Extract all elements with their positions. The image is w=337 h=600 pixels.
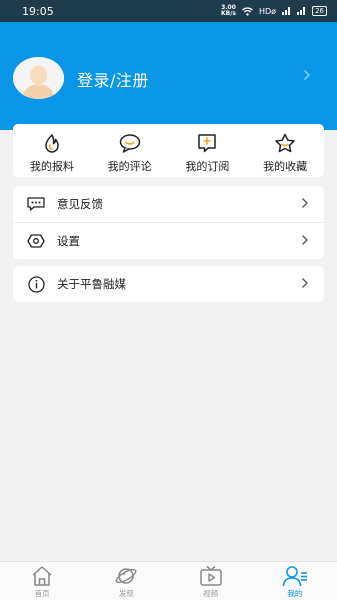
my-favorites-label: 我的收藏: [263, 160, 308, 173]
profile-header[interactable]: 登录/注册: [0, 22, 337, 130]
quick-actions-card: 我的报料 我的评论 我的订阅 我的收藏: [13, 124, 324, 177]
tab-home-label: 首页: [34, 589, 50, 598]
status-bar: 19:05 3.00 KB/s HDø 26: [0, 0, 337, 22]
signal-icon: [282, 7, 291, 15]
tab-discover[interactable]: 发现: [84, 562, 168, 600]
user-icon: [282, 566, 307, 587]
tab-home[interactable]: 首页: [0, 562, 84, 600]
info-icon: [26, 274, 46, 294]
tab-mine[interactable]: 我的: [253, 562, 337, 600]
tv-icon: [199, 565, 222, 586]
my-reports-label: 我的报料: [29, 160, 74, 173]
chevron-right-icon: [302, 278, 308, 288]
my-reports-button[interactable]: 我的报料: [13, 124, 91, 177]
my-comments-button[interactable]: 我的评论: [91, 124, 169, 177]
feedback-row[interactable]: 意见反馈: [13, 186, 324, 222]
feedback-label: 意见反馈: [57, 197, 103, 211]
wifi-icon: [242, 6, 253, 16]
chevron-right-icon[interactable]: [303, 69, 311, 81]
signal-icon-2: [297, 7, 306, 15]
settings-icon: [26, 231, 46, 251]
network-type: HDø: [259, 6, 277, 16]
about-menu-card: 关于平鲁融媒: [13, 266, 324, 302]
comment-icon: [119, 134, 140, 153]
battery-icon: 26: [312, 6, 327, 16]
feedback-icon: [26, 194, 46, 214]
about-label: 关于平鲁融媒: [57, 277, 126, 291]
login-register-link[interactable]: 登录/注册: [77, 67, 149, 91]
home-icon: [32, 566, 52, 586]
avatar[interactable]: [13, 57, 64, 99]
chevron-right-icon: [302, 198, 308, 208]
status-indicators: 3.00 KB/s HDø 26: [221, 5, 327, 17]
bottom-tab-bar: 首页 发现 视频 我的: [0, 561, 337, 600]
subscribe-icon: [198, 134, 217, 153]
settings-row[interactable]: 设置: [13, 222, 324, 258]
planet-icon: [115, 568, 137, 584]
tab-discover-label: 发现: [118, 589, 134, 598]
net-speed: 3.00 KB/s: [221, 4, 236, 17]
chevron-right-icon: [302, 235, 308, 245]
tab-mine-label: 我的: [287, 589, 303, 598]
tab-video[interactable]: 视频: [169, 562, 253, 600]
star-icon: [275, 133, 295, 153]
tab-video-label: 视频: [203, 589, 219, 598]
status-time: 19:05: [22, 4, 54, 18]
default-avatar-icon: [13, 57, 64, 99]
fire-icon: [45, 134, 59, 153]
my-favorites-button[interactable]: 我的收藏: [246, 124, 324, 177]
settings-menu-card: 意见反馈 设置: [13, 186, 324, 259]
settings-label: 设置: [57, 233, 80, 248]
my-subscriptions-button[interactable]: 我的订阅: [169, 124, 247, 177]
my-subscriptions-label: 我的订阅: [185, 160, 230, 173]
my-comments-label: 我的评论: [107, 160, 152, 173]
about-row[interactable]: 关于平鲁融媒: [13, 266, 324, 302]
